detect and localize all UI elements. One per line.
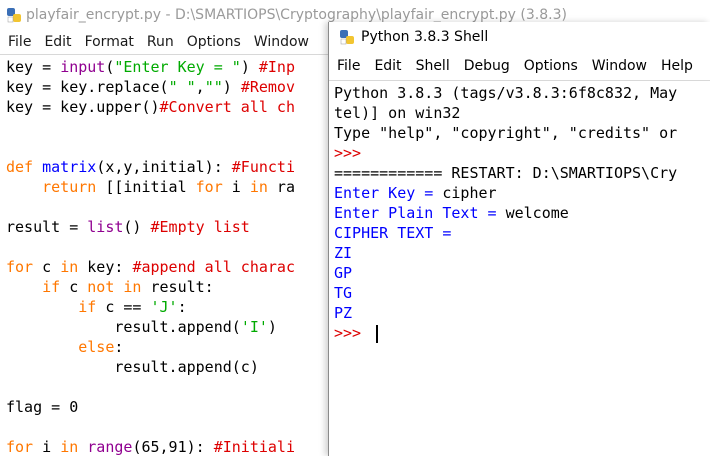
code-line-13: flag = 0	[6, 398, 79, 416]
shell-banner-line: tel)] on win32	[334, 104, 461, 122]
shell-restart-line: ============ RESTART: D:\SMARTIOPS\Cry	[334, 164, 678, 182]
shell-output-line: TG	[334, 284, 353, 302]
shell-plain-line: Enter Plain Text = welcome	[334, 204, 569, 222]
shell-banner-line: Python 3.8.3 (tags/v3.8.3:6f8c832, May	[334, 84, 678, 102]
text-cursor	[376, 324, 379, 343]
editor-menu-window[interactable]: Window	[254, 34, 309, 50]
code-line-9: if c == 'J':	[78, 298, 187, 316]
editor-menu-options[interactable]: Options	[187, 34, 241, 50]
shell-output-line: PZ	[334, 304, 353, 322]
shell-menu-edit[interactable]: Edit	[374, 58, 401, 74]
code-line-5: return [[initial for i in ra	[42, 178, 295, 196]
code-editor[interactable]: key = input("Enter Key = ") #Inp key = k…	[0, 54, 330, 456]
shell-output[interactable]: Python 3.8.3 (tags/v3.8.3:6f8c832, May t…	[329, 80, 710, 456]
code-line-6: result = list() #Empty list	[6, 218, 250, 236]
shell-titlebar[interactable]: Python 3.8.3 Shell	[329, 22, 710, 52]
code-line-11: else:	[78, 338, 124, 356]
shell-banner-line: Type "help", "copyright", "credits" or	[334, 124, 678, 142]
shell-cipher-label: CIPHER TEXT =	[334, 224, 461, 242]
shell-title: Python 3.8.3 Shell	[361, 29, 489, 45]
shell-menu-file[interactable]: File	[337, 58, 360, 74]
editor-menu-format[interactable]: Format	[85, 34, 134, 50]
shell-menu-shell[interactable]: Shell	[416, 58, 450, 74]
python-idle-icon	[6, 7, 22, 23]
code-line-14: for i in range(65,91): #Initiali	[6, 438, 295, 456]
code-line-2: key = key.replace(" ","") #Remov	[6, 78, 295, 96]
shell-menubar: File Edit Shell Debug Options Window Hel…	[329, 54, 710, 78]
shell-window: Python 3.8.3 Shell File Edit Shell Debug…	[328, 22, 710, 456]
code-line-1: key = input("Enter Key = ") #Inp	[6, 58, 295, 76]
shell-prompt: >>>	[334, 324, 371, 342]
code-line-7: for c in key: #append all charac	[6, 258, 295, 276]
shell-output-line: GP	[334, 264, 353, 282]
editor-menu-file[interactable]: File	[8, 34, 31, 50]
shell-menu-debug[interactable]: Debug	[464, 58, 510, 74]
shell-input-line[interactable]: >>>	[334, 323, 379, 343]
code-line-4: def matrix(x,y,initial): #Functi	[6, 158, 295, 176]
shell-menu-options[interactable]: Options	[524, 58, 578, 74]
editor-menu-run[interactable]: Run	[147, 34, 174, 50]
shell-menu-help[interactable]: Help	[661, 58, 693, 74]
python-idle-icon	[339, 29, 355, 45]
editor-menu-edit[interactable]: Edit	[44, 34, 71, 50]
shell-output-line: ZI	[334, 244, 353, 262]
editor-title: playfair_encrypt.py - D:\SMARTIOPS\Crypt…	[26, 7, 567, 23]
code-line-12: result.append(c)	[6, 358, 259, 376]
shell-prompt: >>>	[334, 144, 371, 162]
code-line-3: key = key.upper()#Convert all ch	[6, 98, 295, 116]
code-line-10: result.append('I')	[6, 318, 277, 336]
code-line-8: if c not in result:	[42, 278, 214, 296]
shell-menu-window[interactable]: Window	[592, 58, 647, 74]
shell-key-line: Enter Key = cipher	[334, 184, 497, 202]
